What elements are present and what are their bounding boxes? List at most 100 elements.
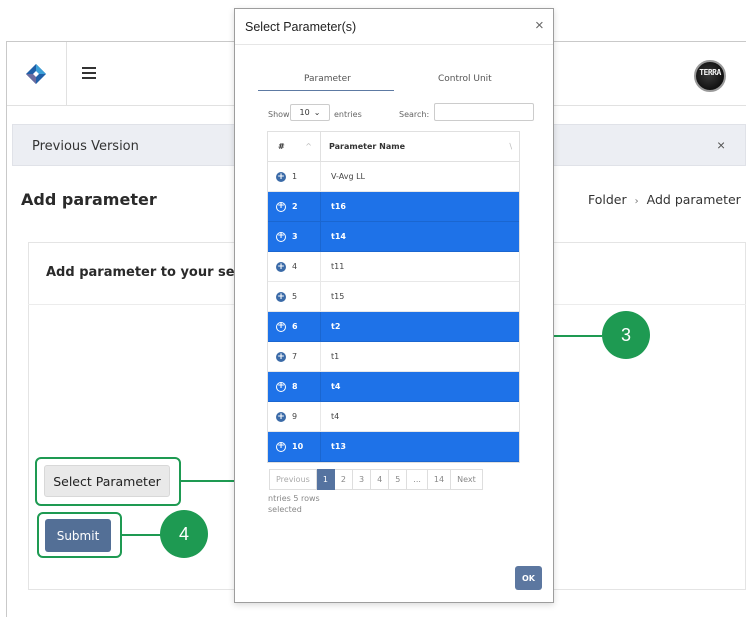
table-row[interactable]: +3 t14 (268, 222, 519, 252)
table-row[interactable]: +1 V-Avg LL (268, 162, 519, 192)
expand-plus-icon[interactable]: + (276, 381, 286, 392)
row-number: 2 (292, 202, 298, 211)
diamond-logo-icon[interactable] (24, 62, 48, 86)
breadcrumb: Folder › Add parameter (588, 192, 741, 207)
modal-header-divider (235, 44, 553, 45)
row-number: 7 (292, 352, 298, 361)
callout-4: 4 (160, 510, 208, 558)
ok-button[interactable]: OK (515, 566, 542, 590)
tab-control-unit[interactable]: Control Unit (438, 74, 492, 84)
callout-3: 3 (602, 311, 650, 359)
page-length-select[interactable]: 10 ⌄ (290, 104, 330, 121)
page-length-value: 10 (299, 108, 310, 117)
search-label: Search: (399, 110, 430, 119)
expand-plus-icon[interactable]: + (276, 441, 286, 452)
table-row[interactable]: +6 t2 (268, 312, 519, 342)
tab-parameter[interactable]: Parameter (304, 74, 351, 84)
sort-icon: ^ (305, 142, 312, 151)
pagination-page[interactable]: 3 (353, 469, 372, 490)
avatar-label: TERRA (699, 68, 721, 77)
table-row[interactable]: +8 t4 (268, 372, 519, 402)
page-title: Add parameter (21, 190, 157, 209)
parameter-name: t11 (331, 262, 345, 271)
parameter-table: # ^ Parameter Name ∖ +1 V-Avg LL +2 t16 +3 t1… (267, 131, 520, 463)
row-number: 3 (292, 232, 298, 241)
row-number-cell: +8 (268, 372, 321, 401)
breadcrumb-item-current: Add parameter (646, 192, 741, 207)
chevron-right-icon: › (634, 196, 639, 207)
breadcrumb-item-folder[interactable]: Folder (588, 192, 627, 207)
pagination-previous[interactable]: Previous (269, 469, 317, 490)
expand-plus-icon[interactable]: + (276, 321, 286, 332)
expand-plus-icon[interactable]: + (276, 261, 286, 272)
table-body: +1 V-Avg LL +2 t16 +3 t14 +4 t11 +5 t15 +6 t2 +7 t1 +8… (268, 162, 519, 462)
row-number: 6 (292, 322, 298, 331)
row-number: 4 (292, 262, 298, 271)
parameter-name: t15 (331, 292, 345, 301)
column-name-label: Parameter Name (329, 142, 405, 151)
expand-plus-icon[interactable]: + (276, 171, 286, 182)
callout-4-connector (122, 534, 162, 536)
hamburger-icon[interactable] (82, 67, 96, 79)
pagination: Previous 1 2 3 4 5... 14 Next (269, 469, 483, 490)
entries-label: entries (334, 110, 362, 119)
expand-plus-icon[interactable]: + (276, 201, 286, 212)
parameter-name: t2 (331, 322, 341, 331)
table-info: ntries 5 rows selected (268, 494, 320, 514)
table-header: # ^ Parameter Name ∖ (268, 132, 519, 162)
row-number-cell: +7 (268, 342, 321, 371)
column-header-parameter-name[interactable]: Parameter Name ∖ (321, 132, 519, 161)
row-number-cell: +10 (268, 432, 321, 461)
card-title: Add parameter to your select (46, 265, 262, 280)
row-number: 10 (292, 442, 304, 451)
row-number: 9 (292, 412, 298, 421)
row-number-cell: +6 (268, 312, 321, 341)
show-label: Show (268, 110, 290, 119)
modal-title: Select Parameter(s) (245, 20, 357, 34)
table-row[interactable]: +2 t16 (268, 192, 519, 222)
expand-plus-icon[interactable]: + (276, 411, 286, 422)
parameter-name: t14 (331, 232, 346, 241)
pagination-page[interactable]: 4 (371, 469, 390, 490)
callout-3-connector (554, 335, 602, 337)
expand-plus-icon[interactable]: + (276, 231, 286, 242)
version-banner-label: Previous Version (32, 139, 139, 154)
parameter-name: V-Avg LL (331, 172, 365, 181)
search-input[interactable] (434, 103, 534, 121)
chevron-down-icon: ⌄ (313, 108, 321, 117)
pagination-page[interactable]: 2 (334, 469, 353, 490)
pagination-page[interactable]: 5 (389, 469, 408, 490)
pagination-page[interactable]: 14 (427, 469, 452, 490)
table-row[interactable]: +4 t11 (268, 252, 519, 282)
active-tab-indicator (258, 90, 394, 91)
row-number: 1 (292, 172, 298, 181)
row-number: 5 (292, 292, 298, 301)
parameter-name: t13 (331, 442, 346, 451)
row-number-cell: +5 (268, 282, 321, 311)
table-row[interactable]: +7 t1 (268, 342, 519, 372)
column-header-number[interactable]: # ^ (268, 132, 321, 161)
close-icon[interactable]: × (535, 17, 544, 34)
parameter-name: t16 (331, 202, 346, 211)
pagination-page[interactable]: 1 (316, 469, 335, 490)
row-number-cell: +3 (268, 222, 321, 251)
table-row[interactable]: +9 t4 (268, 402, 519, 432)
close-icon[interactable]: × (717, 137, 725, 153)
parameter-name: t4 (331, 382, 341, 391)
row-number-cell: +4 (268, 252, 321, 281)
table-row[interactable]: +10 t13 (268, 432, 519, 462)
row-number: 8 (292, 382, 298, 391)
parameter-name: t4 (331, 412, 340, 421)
table-row[interactable]: +5 t15 (268, 282, 519, 312)
row-number-cell: +2 (268, 192, 321, 221)
row-number-cell: +1 (268, 162, 321, 191)
pagination-page[interactable]: ... (407, 469, 428, 490)
parameter-name: t1 (331, 352, 340, 361)
expand-plus-icon[interactable]: + (276, 291, 286, 302)
expand-plus-icon[interactable]: + (276, 351, 286, 362)
pagination-next[interactable]: Next (451, 469, 483, 490)
callout-2-connector (181, 480, 237, 482)
sort-icon: ∖ (507, 142, 513, 151)
select-parameter-button[interactable]: Select Parameter (44, 465, 170, 497)
submit-button[interactable]: Submit (45, 519, 111, 552)
